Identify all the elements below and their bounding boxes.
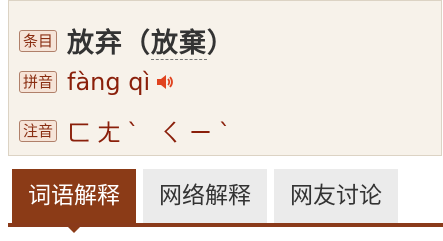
pinyin-tag: 拼音: [19, 71, 58, 93]
paren-open: （: [123, 28, 152, 59]
tab-web-explanation[interactable]: 网络解释: [143, 169, 267, 224]
headword-simplified: 放弃: [67, 28, 124, 59]
tab-word-explanation[interactable]: 词语解释: [12, 169, 136, 233]
zhuyin-row: 注音 ㄈㄤˋ ㄑㄧˋ: [19, 113, 237, 148]
pinyin-text: fàng qì: [67, 68, 151, 96]
tab-user-discussion[interactable]: 网友讨论: [274, 169, 398, 224]
zhuyin-text: ㄈㄤˋ ㄑㄧˋ: [67, 119, 237, 147]
entry-tag: 条目: [19, 29, 58, 52]
entry-row: 条目 放弃（放棄）: [19, 21, 235, 60]
pinyin-row: 拼音 fàng qì: [19, 68, 174, 96]
tab-label: 词语解释: [28, 183, 120, 209]
headword-traditional-link[interactable]: 放棄: [151, 28, 208, 60]
tab-label: 网友讨论: [290, 183, 382, 209]
tabs-underline: [8, 223, 443, 227]
tab-label: 网络解释: [159, 183, 251, 209]
paren-close: ）: [207, 28, 236, 59]
dictionary-entry: 条目 放弃（放棄） 拼音 fàng qì 注音 ㄈㄤˋ ㄑㄧˋ: [8, 0, 442, 156]
zhuyin-tag: 注音: [19, 119, 58, 142]
speaker-icon[interactable]: [156, 74, 174, 90]
headword: 放弃（放棄）: [67, 21, 235, 60]
